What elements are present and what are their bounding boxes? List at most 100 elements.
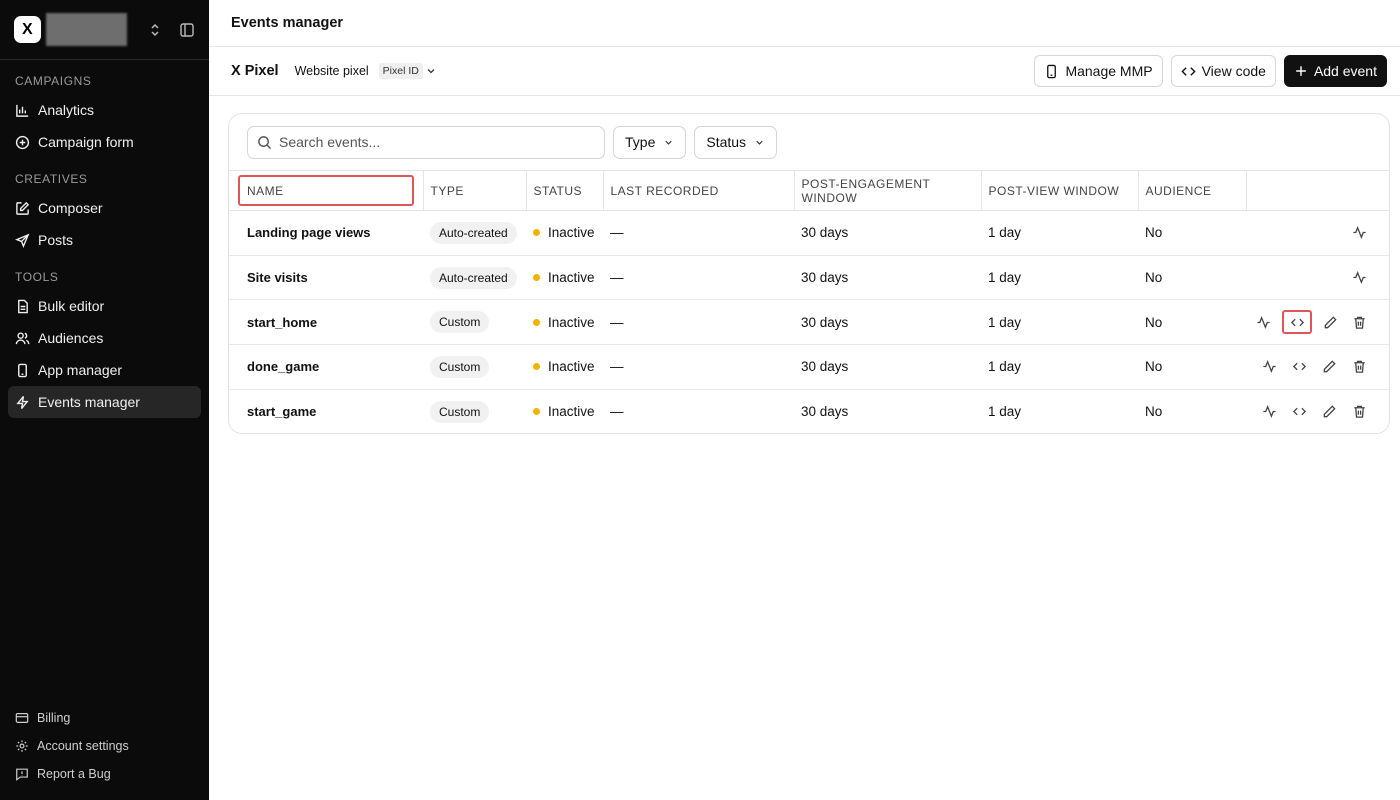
event-type-badge: Custom xyxy=(430,400,490,423)
status-dot xyxy=(533,274,540,282)
event-name[interactable]: start_game xyxy=(229,389,423,433)
section-creatives: CREATIVES xyxy=(15,172,88,186)
event-status: Inactive xyxy=(548,314,595,330)
event-status-cell: Inactive xyxy=(526,255,603,301)
sidebar-item-label: Campaign form xyxy=(38,134,134,150)
event-status-cell: Inactive xyxy=(526,210,603,256)
event-name[interactable]: done_game xyxy=(229,344,423,390)
column-header-name[interactable]: NAME xyxy=(229,170,424,211)
add-event-label: Add event xyxy=(1313,63,1377,79)
sidebar-item-label: Composer xyxy=(38,200,103,216)
view-code-button[interactable]: View code xyxy=(1170,55,1276,87)
activity-icon[interactable] xyxy=(1258,401,1280,423)
edit-pencil-icon[interactable] xyxy=(1320,311,1341,333)
smartphone-icon xyxy=(18,363,27,377)
code-icon xyxy=(1181,66,1196,76)
code-icon[interactable] xyxy=(1281,310,1313,335)
sidebar-item-label: Bulk editor xyxy=(38,298,105,314)
edit-pencil-icon[interactable] xyxy=(1318,356,1340,378)
sidebar-item-audiences[interactable]: Audiences xyxy=(8,322,201,354)
message-alert-icon xyxy=(16,768,28,781)
event-post-engagement-window: 30 days xyxy=(794,299,981,346)
sidebar-item-label: App manager xyxy=(38,362,123,378)
events-card: Search events... Type Status NAME TYPE S… xyxy=(228,113,1390,434)
sidebar-item-account-settings[interactable]: Account settings xyxy=(8,732,201,760)
trash-icon[interactable] xyxy=(1348,401,1370,423)
plus-icon xyxy=(1296,66,1306,76)
smartphone-icon xyxy=(1047,64,1057,78)
column-header-status[interactable]: STATUS xyxy=(526,170,604,211)
sidebar-item-events-manager[interactable]: Events manager xyxy=(8,386,201,418)
sidebar-item-label: Report a Bug xyxy=(37,767,111,781)
table-row[interactable]: Landing page views Auto-created Inactive… xyxy=(229,210,1389,256)
column-header-audience[interactable]: AUDIENCE xyxy=(1138,170,1247,211)
column-header-post-view-window[interactable]: POST-VIEW WINDOW xyxy=(981,170,1139,211)
event-name[interactable]: start_home xyxy=(229,299,423,346)
event-audience: No xyxy=(1138,255,1246,301)
sidebar-item-label: Billing xyxy=(37,711,71,725)
sidebar-item-campaign-form[interactable]: Campaign form xyxy=(8,126,201,158)
sidebar-toggle-icon[interactable] xyxy=(179,22,195,38)
view-code-label: View code xyxy=(1201,63,1266,79)
activity-icon[interactable] xyxy=(1348,267,1370,289)
manage-mmp-button[interactable]: Manage MMP xyxy=(1034,55,1163,87)
row-actions xyxy=(1253,267,1384,289)
event-type-cell: Custom xyxy=(423,299,526,346)
table-header-row: NAME TYPE STATUS LAST RECORDED POST-ENGA… xyxy=(229,170,1389,211)
chevron-down-icon[interactable] xyxy=(425,65,437,77)
sidebar-item-billing[interactable]: Billing xyxy=(8,704,201,732)
edit-pencil-icon[interactable] xyxy=(1318,401,1340,423)
event-name[interactable]: Landing page views xyxy=(229,210,423,256)
row-actions xyxy=(1253,222,1384,244)
event-audience: No xyxy=(1145,404,1163,420)
event-audience: No xyxy=(1138,344,1246,390)
event-audience: No xyxy=(1138,299,1246,346)
event-status: Inactive xyxy=(548,225,595,241)
event-last-recorded: — xyxy=(603,344,794,390)
chevron-up-down-icon[interactable] xyxy=(149,22,161,38)
table-row[interactable]: start_home Custom Inactive — 30 days 1 d… xyxy=(229,299,1389,346)
event-status: Inactive xyxy=(548,270,595,286)
status-dot xyxy=(533,229,540,237)
section-campaigns: CAMPAIGNS xyxy=(15,74,92,88)
event-actions-cell xyxy=(1246,389,1389,433)
filter-bar: Search events... Type Status xyxy=(229,114,1389,170)
code-icon[interactable] xyxy=(1288,356,1310,378)
sidebar-item-posts[interactable]: Posts xyxy=(8,224,201,256)
pixel-id-toggle[interactable]: Pixel ID xyxy=(378,63,423,79)
search-input[interactable]: Search events... xyxy=(247,125,605,159)
activity-icon[interactable] xyxy=(1253,311,1274,333)
event-type-cell: Auto-created xyxy=(423,255,526,301)
type-filter-dropdown[interactable]: Type xyxy=(613,125,687,159)
activity-icon[interactable] xyxy=(1348,222,1370,244)
event-audience: No xyxy=(1138,210,1246,256)
table-row[interactable]: Site visits Auto-created Inactive — 30 d… xyxy=(229,255,1389,301)
sidebar-item-composer[interactable]: Composer xyxy=(8,192,201,224)
sidebar-item-label: Audiences xyxy=(38,330,104,346)
sidebar-item-bulk-editor[interactable]: Bulk editor xyxy=(8,290,201,322)
activity-icon[interactable] xyxy=(1258,356,1280,378)
event-post-engagement-window: 30 days xyxy=(794,210,981,256)
sidebar-item-analytics[interactable]: Analytics xyxy=(8,94,201,126)
sidebar-item-label: Analytics xyxy=(38,102,95,118)
code-icon[interactable] xyxy=(1288,401,1310,423)
column-header-post-engagement-window[interactable]: POST-ENGAGEMENT WINDOW xyxy=(794,170,982,211)
event-name[interactable]: Site visits xyxy=(229,255,423,301)
trash-icon[interactable] xyxy=(1349,311,1370,333)
add-event-button[interactable]: Add event xyxy=(1283,55,1387,87)
workspace-switcher[interactable]: X xyxy=(0,0,209,60)
event-type-badge: Auto-created xyxy=(430,266,517,289)
status-filter-dropdown[interactable]: Status xyxy=(694,125,778,159)
sidebar-item-app-manager[interactable]: App manager xyxy=(8,354,201,386)
event-status: Inactive xyxy=(548,359,595,375)
page-title: Events manager xyxy=(209,0,1400,47)
column-header-type[interactable]: TYPE xyxy=(423,170,527,211)
column-header-last-recorded[interactable]: LAST RECORDED xyxy=(603,170,795,211)
table-row[interactable]: start_game Custom Inactive — 30 days 1 d… xyxy=(229,389,1389,433)
trash-icon[interactable] xyxy=(1348,356,1370,378)
sidebar-item-label: Posts xyxy=(38,232,74,248)
main-content: Events manager X Pixel Website pixel Pix… xyxy=(209,0,1400,800)
sidebar-item-report-bug[interactable]: Report a Bug xyxy=(8,760,201,788)
table-row[interactable]: done_game Custom Inactive — 30 days 1 da… xyxy=(229,344,1389,390)
event-post-engagement-window: 30 days xyxy=(794,344,981,390)
